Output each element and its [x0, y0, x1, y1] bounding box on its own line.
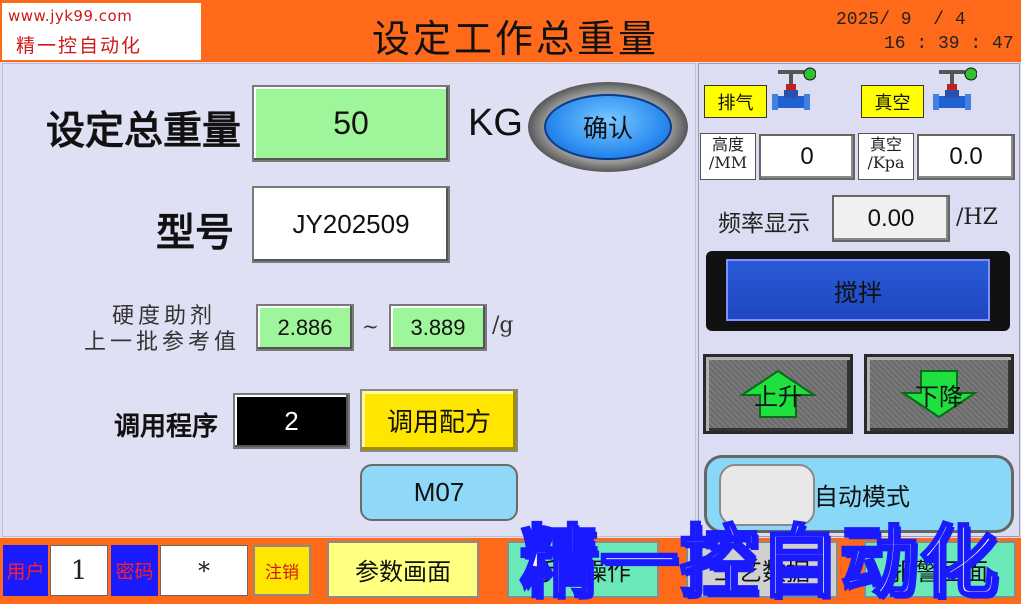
model-label: 型号 — [156, 211, 235, 256]
hardener-label-line2: 上一批参考值 — [84, 330, 241, 355]
company-logo: www.jyk99.com 精一控自动化 — [2, 3, 201, 60]
frequency-label: 频率显示 — [718, 211, 810, 237]
confirm-button-label: 确认 — [544, 94, 672, 160]
nav-process-data-button[interactable]: 工艺数据 — [686, 541, 838, 598]
nav-manual-button[interactable]: 手动操作 — [507, 541, 659, 598]
height-label: 高度 /MM — [700, 133, 756, 180]
hardener-min-value: 2.886 — [256, 304, 354, 351]
hardener-max-value: 3.889 — [389, 304, 487, 351]
logo-url-text: www.jyk99.com — [8, 7, 133, 25]
height-value: 0 — [759, 134, 855, 180]
password-label: 密码 — [111, 545, 158, 596]
user-input[interactable]: 1 — [50, 545, 108, 596]
vacuum-valve-icon[interactable] — [933, 66, 978, 120]
frequency-value: 0.00 — [832, 195, 950, 242]
lower-button-label: 下降 — [915, 382, 963, 411]
load-recipe-button[interactable]: 调用配方 — [360, 389, 518, 452]
total-weight-label: 设定总重量 — [46, 109, 242, 154]
height-label-line1: 高度 — [711, 135, 744, 154]
vacuum-pressure-label: 真空 /Kpa — [858, 133, 914, 180]
auto-mode-label: 自动模式 — [814, 482, 910, 511]
nav-parameters-button[interactable]: 参数画面 — [327, 541, 479, 598]
m07-button[interactable]: M07 — [360, 464, 518, 521]
hmi-screen: www.jyk99.com 精一控自动化 设定工作总重量 2025/ 9 / 4… — [0, 0, 1021, 604]
program-number-input[interactable]: 2 — [233, 393, 350, 449]
vacuum-tag[interactable]: 真空 — [861, 85, 924, 118]
nav-alarm-button[interactable]: 报警画面 — [864, 541, 1016, 598]
logout-button[interactable]: 注销 — [253, 545, 311, 596]
password-input[interactable]: * — [160, 545, 248, 596]
header-bar: www.jyk99.com 精一控自动化 设定工作总重量 2025/ 9 / 4… — [0, 0, 1021, 62]
model-input[interactable]: JY202509 — [252, 186, 450, 263]
hardener-unit: /g — [492, 313, 514, 338]
vacuum-pressure-value: 0.0 — [917, 134, 1015, 180]
frequency-unit: /HZ — [956, 205, 998, 230]
height-label-line2: /MM — [708, 153, 748, 172]
raise-button-label: 上升 — [754, 382, 802, 411]
vacuum-label-line2: /Kpa — [867, 153, 905, 172]
exhaust-tag[interactable]: 排气 — [704, 85, 767, 118]
lower-button[interactable]: 下降 — [864, 354, 1014, 434]
stir-button[interactable]: 搅拌 — [706, 251, 1010, 331]
date-display: 2025/ 9 / 4 — [836, 10, 966, 30]
exhaust-valve-icon[interactable] — [772, 66, 817, 120]
page-title: 设定工作总重量 — [372, 17, 660, 61]
raise-button[interactable]: 上升 — [703, 354, 853, 434]
time-display: 16 : 39 : 47 — [884, 34, 1014, 54]
weight-unit: KG — [468, 102, 523, 144]
vacuum-label-line1: 真空 — [869, 135, 902, 154]
range-separator: ~ — [362, 314, 379, 338]
stir-button-label: 搅拌 — [726, 259, 990, 321]
confirm-button[interactable]: 确认 — [528, 82, 688, 172]
user-label: 用户 — [3, 545, 48, 596]
program-label: 调用程序 — [114, 412, 219, 442]
auto-mode-toggle[interactable]: 自动模式 — [704, 455, 1014, 533]
logo-company-name: 精一控自动化 — [16, 35, 143, 57]
total-weight-input[interactable]: 50 — [252, 85, 450, 162]
